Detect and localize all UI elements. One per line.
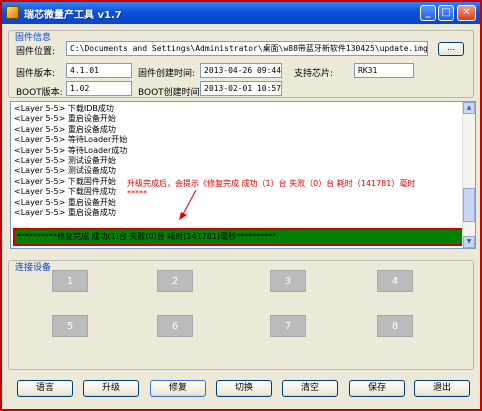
log-line: <Layer 5-5> 重启设备开始: [14, 197, 116, 207]
log-line: <Layer 5-5> 测试设备开始: [14, 155, 116, 165]
log-lines: <Layer 5-5> 下载IDB成功 <Layer 5-5> 重启设备开始 <…: [14, 104, 127, 218]
supported-chip-label: 支持芯片:: [294, 69, 334, 79]
status-line: **********修复完成 成功(1)台 失败(0)台 耗时(141781)毫…: [13, 228, 465, 246]
device-slot-6[interactable]: 6: [157, 315, 193, 337]
firmware-location-field[interactable]: C:\Documents and Settings\Administrator\…: [66, 41, 428, 56]
scroll-up-icon[interactable]: ▲: [463, 102, 475, 114]
firmware-location-label: 固件位置:: [16, 47, 56, 57]
save-button[interactable]: 保存: [349, 380, 405, 397]
upgrade-button[interactable]: 升级: [83, 380, 139, 397]
maximize-button[interactable]: □: [438, 5, 454, 21]
log-line: <Layer 5-5> 重启设备开始: [14, 114, 116, 124]
boot-version-field: 1.02: [66, 81, 132, 96]
device-slot-2[interactable]: 2: [157, 270, 193, 292]
device-slot-3[interactable]: 3: [270, 270, 306, 292]
boot-created-label: BOOT创建时间:: [138, 88, 203, 98]
window-title: 瑞芯微量产工具 v1.7: [24, 10, 122, 21]
boot-version-label: BOOT版本:: [16, 88, 63, 98]
device-slot-8[interactable]: 8: [377, 315, 413, 337]
browse-button[interactable]: ...: [438, 42, 464, 56]
clear-button[interactable]: 清空: [282, 380, 338, 397]
log-line: <Layer 5-5> 下载固件成功: [14, 187, 116, 197]
device-slot-4[interactable]: 4: [377, 270, 413, 292]
scroll-down-icon[interactable]: ▼: [463, 236, 475, 248]
annotation-arrow-icon: [179, 189, 197, 220]
log-scrollbar[interactable]: ▲ ▼: [462, 102, 475, 248]
log-line: <Layer 5-5> 等待Loader开始: [14, 135, 128, 145]
annotation-text: 升级完成后，会提示《修复完成 成功（1）台 失败（0）台 耗时（141781）毫…: [127, 179, 416, 188]
devices-title: 连接设备: [15, 263, 52, 273]
switch-button[interactable]: 切换: [216, 380, 272, 397]
log-line: <Layer 5-5> 重启设备成功: [14, 124, 116, 134]
log-line: <Layer 5-5> 测试设备成功: [14, 166, 116, 176]
repair-button[interactable]: 修复: [150, 380, 206, 397]
firmware-info-title: 固件信息: [15, 33, 52, 43]
title-bar[interactable]: 瑞芯微量产工具 v1.7 _ □ ✕: [2, 2, 480, 24]
minimize-button[interactable]: _: [420, 5, 436, 21]
close-button[interactable]: ✕: [457, 5, 476, 21]
device-slot-5[interactable]: 5: [52, 315, 88, 337]
device-slot-1[interactable]: 1: [52, 270, 88, 292]
app-window: 瑞芯微量产工具 v1.7 _ □ ✕ 固件信息 固件位置: C:\Documen…: [0, 0, 482, 411]
app-icon: [6, 6, 19, 19]
boot-created-field: 2013-02-01 10:57:34: [200, 81, 282, 96]
annotation-stars: *****: [127, 189, 147, 198]
firmware-version-label: 固件版本:: [16, 69, 56, 79]
language-button[interactable]: 语言: [17, 380, 73, 397]
exit-button[interactable]: 退出: [414, 380, 470, 397]
firmware-version-field: 4.1.01: [66, 63, 132, 78]
firmware-created-label: 固件创建时间:: [138, 69, 196, 79]
log-panel[interactable]: <Layer 5-5> 下载IDB成功 <Layer 5-5> 重启设备开始 <…: [10, 101, 476, 249]
log-line: <Layer 5-5> 下载固件开始: [14, 176, 116, 186]
log-line: <Layer 5-5> 重启设备成功: [14, 207, 116, 217]
log-line: <Layer 5-5> 下载IDB成功: [14, 104, 114, 113]
device-slot-7[interactable]: 7: [270, 315, 306, 337]
log-line: <Layer 5-5> 等待Loader成功: [14, 145, 128, 155]
supported-chip-field: RK31: [354, 63, 414, 78]
firmware-created-field: 2013-04-26 09:44:53: [200, 63, 282, 78]
scroll-thumb[interactable]: [463, 188, 475, 222]
